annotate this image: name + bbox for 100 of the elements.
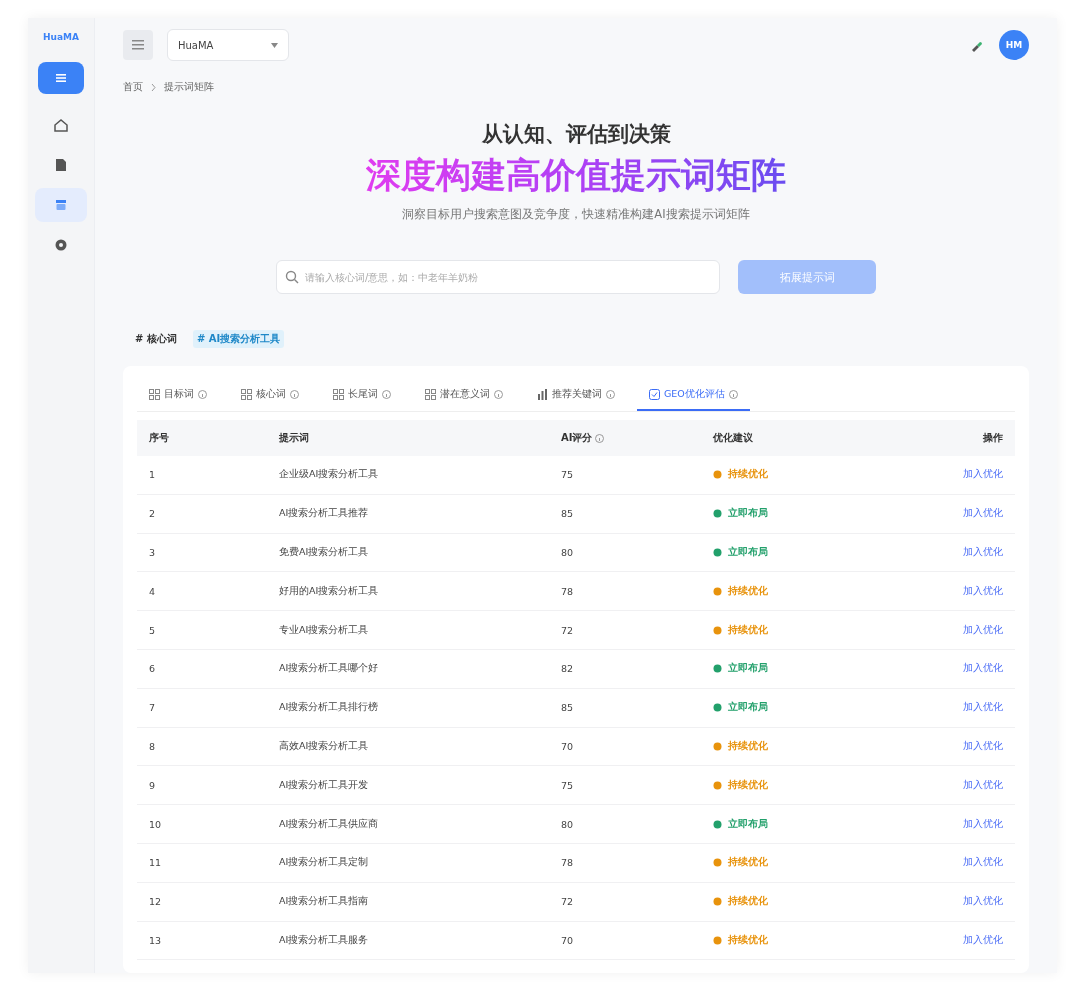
table-cell-text: 82 [561, 663, 575, 675]
status-icon [713, 935, 722, 945]
table-cell-text: 9 [149, 779, 157, 791]
table-cell-text: 高效AI搜索分析工具 [279, 739, 370, 753]
table-cell-text: 1 [149, 469, 157, 481]
add-link[interactable]: 加入优化 [963, 895, 1003, 909]
table-cell-text: 75 [561, 779, 575, 791]
add-link[interactable]: 加入优化 [963, 856, 1003, 870]
advice-text: 立即布局 [728, 546, 768, 559]
search-field[interactable]: 请输入核心词/意思，如：中老年羊奶粉 [276, 260, 720, 294]
keyword-tag[interactable]: # 核心词 [131, 330, 181, 348]
table-cell-text: AI搜索分析工具供应商 [279, 817, 380, 831]
add-link[interactable]: 加入优化 [963, 817, 1003, 831]
advice-text: 立即布局 [728, 662, 768, 676]
info-icon [382, 390, 391, 399]
menu-button[interactable] [123, 30, 153, 60]
status-icon [713, 897, 722, 907]
bar-chart-icon [537, 389, 548, 400]
advice-text: 立即布局 [728, 701, 768, 715]
table-cell-text: 80 [561, 818, 575, 830]
column-header: 操作 [983, 431, 1003, 445]
checklist-icon [649, 389, 660, 400]
table-cell-text: 72 [561, 624, 575, 636]
table-cell-text: 7 [149, 702, 157, 714]
add-link[interactable]: 加入优化 [963, 468, 1003, 482]
table-cell-text: 8 [149, 740, 157, 752]
advice-text: 立即布局 [728, 507, 768, 521]
status-icon [713, 703, 722, 713]
tab[interactable]: 推荐关键词 [525, 382, 627, 411]
table-cell-text: 4 [149, 585, 157, 597]
add-link[interactable]: 加入优化 [963, 507, 1003, 521]
table-cell-text: 85 [561, 508, 575, 520]
user-avatar[interactable]: HM [999, 30, 1029, 60]
add-link[interactable]: 加入优化 [963, 933, 1003, 947]
table-cell-text: 70 [561, 934, 575, 946]
column-header: 优化建议 [713, 431, 753, 445]
table-cell-text: AI搜索分析工具推荐 [279, 507, 370, 521]
status-icon [713, 625, 722, 635]
search-icon [285, 270, 299, 284]
chevron-icon [151, 83, 156, 91]
grid-icon [149, 389, 160, 400]
advice-text: 持续优化 [728, 933, 768, 947]
table-cell-text: AI搜索分析工具定制 [279, 856, 370, 870]
table-cell-text: 3 [149, 547, 157, 558]
add-link[interactable]: 加入优化 [963, 546, 1003, 559]
tab[interactable]: 长尾词 [321, 382, 403, 411]
advice-text: 持续优化 [728, 468, 768, 482]
add-link[interactable]: 加入优化 [963, 778, 1003, 792]
advice-text: 立即布局 [728, 817, 768, 831]
table-cell-text: 好用的AI搜索分析工具 [279, 584, 380, 598]
keyword-tag[interactable]: # AI搜索分析工具 [192, 330, 285, 348]
tab[interactable]: 目标词 [137, 382, 219, 411]
info-icon [290, 390, 299, 399]
column-header: 序号 [149, 431, 169, 445]
status-icon [713, 819, 722, 829]
info-icon [728, 390, 738, 399]
column-header: 提示词 [279, 431, 309, 445]
table-cell-text: 78 [561, 857, 575, 869]
table-cell-text: AI搜索分析工具排行榜 [279, 701, 380, 715]
project-select[interactable]: HuaMA [167, 29, 289, 61]
status-icon [713, 586, 722, 596]
advice-text: 持续优化 [728, 856, 768, 870]
info-icon [494, 390, 503, 399]
status-icon [713, 509, 722, 519]
settings-icon [53, 237, 69, 253]
tab[interactable]: 潜在意义词 [413, 382, 515, 411]
table-cell-text: 6 [149, 663, 157, 675]
advice-text: 持续优化 [728, 895, 768, 909]
primary-button[interactable] [38, 62, 84, 94]
info-icon [198, 390, 207, 399]
table-cell-text: AI搜索分析工具哪个好 [279, 662, 380, 676]
table-cell-text: 企业级AI搜索分析工具 [279, 468, 380, 482]
grid-icon [241, 389, 252, 400]
advice-text: 持续优化 [728, 778, 768, 792]
advice-text: 持续优化 [728, 623, 768, 637]
document-icon [53, 157, 69, 173]
table-cell-text: 专业AI搜索分析工具 [279, 623, 370, 637]
advice-text: 持续优化 [728, 739, 768, 753]
home-icon [53, 117, 69, 133]
table-cell-text: 免费AI搜索分析工具 [279, 546, 370, 559]
table-cell-text: 13 [149, 934, 163, 946]
breadcrumb-item[interactable]: 首页 [123, 80, 143, 94]
table-cell-text: AI搜索分析工具服务 [279, 933, 370, 947]
table-cell-text: 78 [561, 585, 575, 597]
add-link[interactable]: 加入优化 [963, 584, 1003, 598]
status-icon [713, 548, 722, 557]
table-cell-text: 10 [149, 818, 163, 830]
add-link[interactable]: 加入优化 [963, 701, 1003, 715]
hero-eyebrow: 从认知、评估到决策 [481, 121, 671, 148]
add-link[interactable]: 加入优化 [963, 739, 1003, 753]
hero-subtitle: 洞察目标用户搜索意图及竞争度，快速精准构建AI搜索提示词矩阵 [402, 207, 750, 222]
table-cell-text: 72 [561, 896, 575, 908]
info-icon [595, 433, 605, 443]
box-icon [53, 197, 69, 213]
table-cell-text: AI搜索分析工具开发 [279, 778, 370, 792]
table-cell-text: 75 [561, 469, 575, 481]
add-link[interactable]: 加入优化 [963, 662, 1003, 676]
tab[interactable]: GEO优化评估 [637, 382, 750, 411]
tab[interactable]: 核心词 [229, 382, 311, 411]
add-link[interactable]: 加入优化 [963, 623, 1003, 637]
